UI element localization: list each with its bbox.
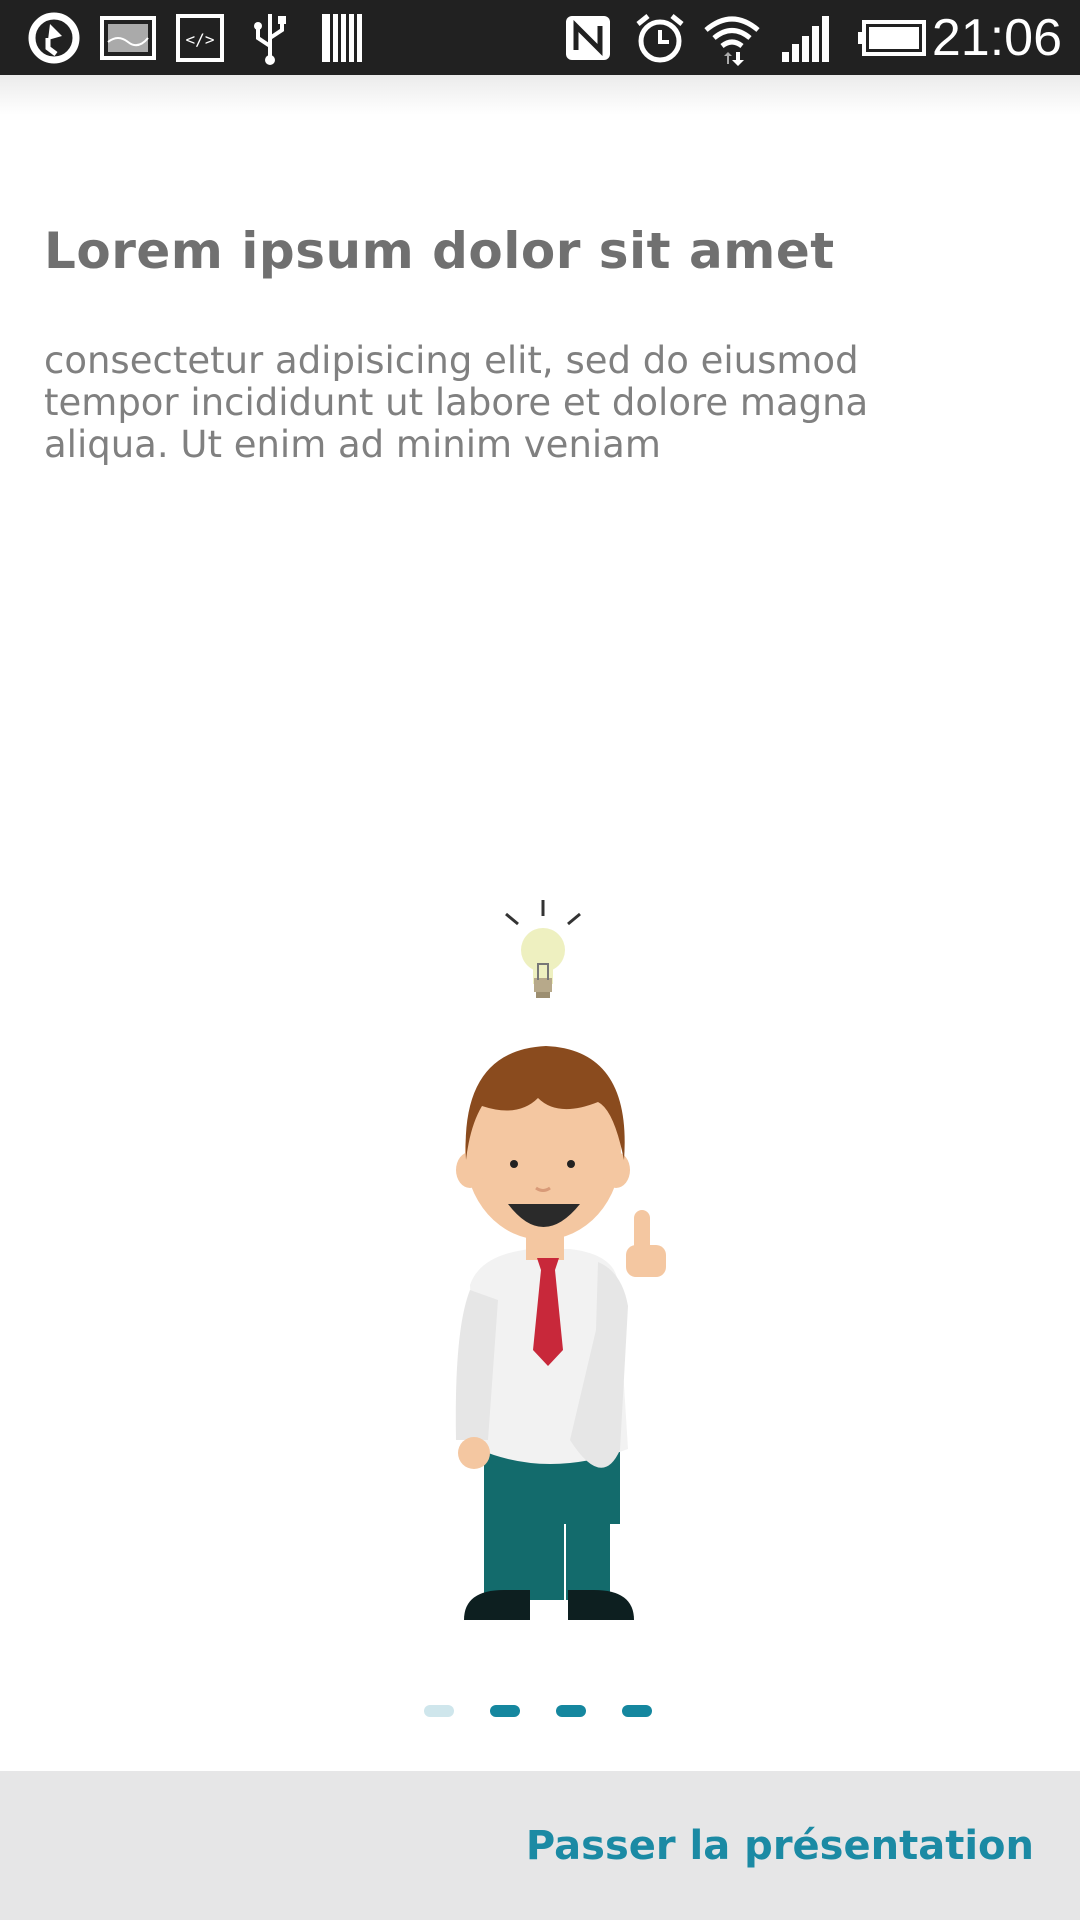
lightbulb-icon: [505, 900, 581, 998]
code-icon: </>: [176, 14, 224, 62]
usb-icon: [254, 14, 286, 65]
skip-presentation-button[interactable]: Passer la présentation: [526, 1821, 1034, 1871]
nfc-icon: [566, 16, 610, 60]
status-time: 21:06: [931, 9, 1062, 67]
businessman-idea-illustration: [455, 900, 666, 1620]
page-dot-3[interactable]: [556, 1705, 586, 1717]
signal-icon: [782, 16, 829, 62]
page-dot-1[interactable]: [424, 1705, 454, 1717]
battery-icon: [858, 20, 926, 56]
intro-description: consectetur adipisicing elit, sed do eiu…: [44, 339, 869, 466]
bottom-bar: Passer la présentation: [0, 1771, 1080, 1920]
alarm-icon: [636, 14, 684, 63]
page-title: Lorem ipsum dolor sit amet: [44, 222, 835, 280]
storage-icon: [322, 14, 362, 62]
image-icon: [100, 16, 156, 60]
header-shadow: [0, 75, 1080, 115]
status-bar: </> 21:06: [0, 0, 1080, 75]
page-indicator: [424, 1705, 664, 1719]
page-dot-4[interactable]: [622, 1705, 652, 1717]
person-figure: [455, 1046, 666, 1620]
page-dot-2[interactable]: [490, 1705, 520, 1717]
wifi-icon: [704, 16, 760, 66]
sync-icon: [28, 12, 80, 64]
svg-text:</>: </>: [186, 30, 215, 49]
